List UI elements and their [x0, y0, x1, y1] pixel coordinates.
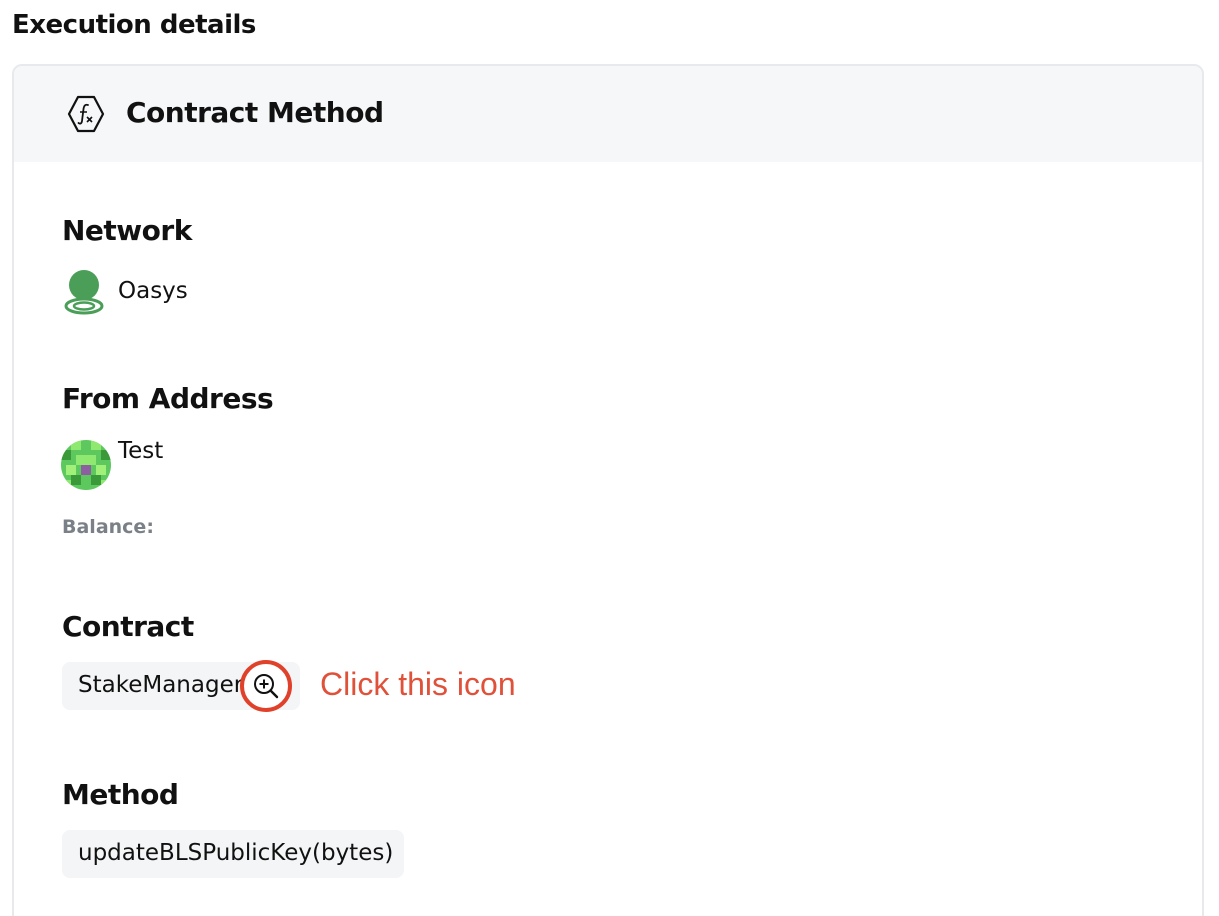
from-address-label: From Address [62, 382, 274, 415]
method-label: Method [62, 778, 179, 811]
balance-label: Balance: [62, 516, 154, 538]
network-value: Oasys [118, 278, 188, 304]
click-icon-annotation: Click this icon [320, 666, 516, 702]
from-address-name: Test [118, 438, 164, 464]
zoom-in-icon [254, 674, 279, 699]
contract-value: StakeManager [78, 672, 244, 698]
execution-details-page: Execution details Contract Method Networ… [0, 0, 1219, 916]
network-label: Network [62, 214, 192, 247]
method-pill: updateBLSPublicKey(bytes) [62, 830, 404, 878]
identicon-avatar [61, 440, 111, 490]
method-value: updateBLSPublicKey(bytes) [78, 840, 394, 866]
zoom-in-button[interactable] [240, 660, 292, 712]
contract-label: Contract [62, 610, 194, 643]
oasys-logo-icon [64, 270, 104, 315]
section-title: Execution details [12, 10, 256, 40]
function-hexagon-icon [67, 95, 105, 133]
card-header: Contract Method [14, 66, 1202, 162]
contract-method-card: Contract Method Network Oasys From Addre… [12, 64, 1204, 916]
card-title: Contract Method [126, 96, 384, 129]
